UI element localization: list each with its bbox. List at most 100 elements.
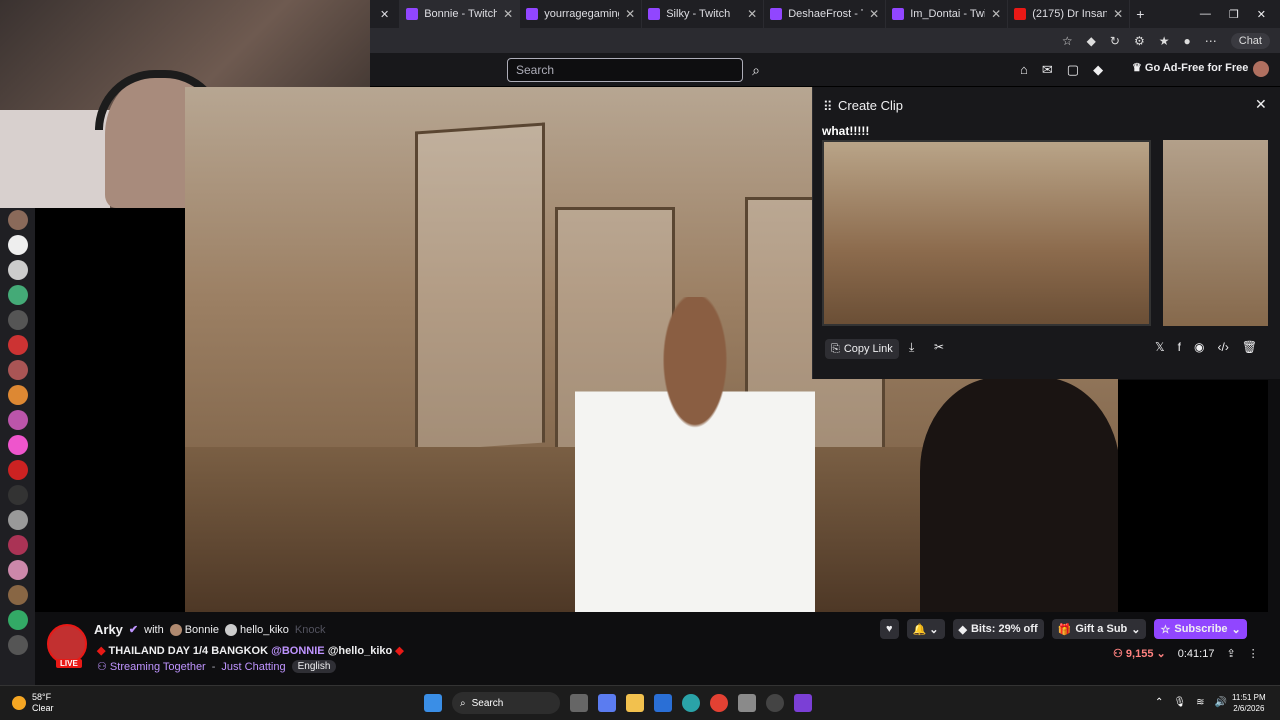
tab-silky[interactable]: Silky - Twitch ✕ xyxy=(642,0,765,28)
store-icon[interactable] xyxy=(654,694,672,712)
people-icon: ⚇ xyxy=(97,661,110,673)
sidebar-channel-avatar[interactable] xyxy=(7,310,28,330)
reddit-icon[interactable]: ◉ xyxy=(1194,340,1204,354)
chrome-icon[interactable] xyxy=(710,694,728,712)
twitch-icon xyxy=(406,8,419,20)
sidebar-channel-avatar[interactable] xyxy=(7,485,28,505)
tab-im-dontai[interactable]: Im_Dontai - Twitch ✕ xyxy=(886,0,1009,28)
close-tab-icon[interactable]: ✕ xyxy=(747,7,757,21)
more-menu-icon[interactable]: ⋯ xyxy=(1205,34,1217,48)
settings-icon[interactable] xyxy=(738,694,756,712)
guest-bonnie[interactable]: Bonnie xyxy=(169,623,219,636)
bits-icon[interactable]: ◆ xyxy=(1093,62,1103,78)
taskbar-clock[interactable]: 11:51 PM 2/6/2026 xyxy=(1232,692,1266,714)
streaming-together-label[interactable]: ⚇ Streaming Together xyxy=(97,660,206,673)
inbox-icon[interactable]: ✉ xyxy=(1042,62,1053,78)
drag-handle-icon[interactable]: ⠿ xyxy=(823,99,833,115)
extension-icon[interactable]: ◆ xyxy=(1087,34,1096,48)
clip-thumbnail[interactable] xyxy=(822,140,1151,326)
sidebar-channel-avatar[interactable] xyxy=(7,560,28,580)
facebook-icon[interactable]: f xyxy=(1178,340,1181,354)
sidebar-channel-avatar[interactable] xyxy=(7,260,28,280)
notification-bell-button[interactable]: 🔔 ⌄ xyxy=(906,619,945,639)
whispers-icon[interactable]: ▢ xyxy=(1067,62,1079,78)
tab-bonnie[interactable]: Bonnie - Twitch ✕ xyxy=(400,0,521,28)
copilot-icon[interactable] xyxy=(598,694,616,712)
clip-thumbnail-next[interactable] xyxy=(1163,140,1268,326)
sidebar-channel-avatar[interactable] xyxy=(7,610,28,630)
follow-heart-button[interactable]: ♥ xyxy=(880,619,899,639)
download-icon[interactable]: ⤓ xyxy=(909,340,914,355)
extensions-icon[interactable]: ⚙ xyxy=(1134,34,1145,48)
windows-start-icon[interactable] xyxy=(424,694,442,712)
sidebar-channel-avatar[interactable] xyxy=(7,285,28,305)
sidebar-channel-avatar[interactable] xyxy=(7,460,28,480)
live-badge: LIVE xyxy=(56,659,82,668)
share-icon[interactable]: ⇪ xyxy=(1226,647,1235,660)
tab-deshaefrost[interactable]: DeshaeFrost - Twitch ✕ xyxy=(764,0,887,28)
sidebar-channel-avatar[interactable] xyxy=(7,335,28,355)
close-tab-icon[interactable]: ✕ xyxy=(625,7,635,21)
close-tab-icon[interactable]: ✕ xyxy=(503,7,513,21)
file-explorer-icon[interactable] xyxy=(626,694,644,712)
search-icon[interactable]: ⌕ xyxy=(745,58,767,82)
mention-bonnie[interactable]: @BONNIE xyxy=(271,645,325,657)
close-tab-icon[interactable]: ✕ xyxy=(869,7,879,21)
mention-hello-kiko[interactable]: @hello_kiko xyxy=(328,645,393,657)
embed-code-icon[interactable]: ‹/› xyxy=(1218,340,1229,354)
refresh-icon[interactable]: ↻ xyxy=(1110,34,1120,48)
sidebar-channel-avatar[interactable] xyxy=(7,385,28,405)
copilot-chat-button[interactable]: Chat xyxy=(1230,32,1270,49)
copy-link-button[interactable]: ⎘ Copy Link xyxy=(825,339,899,359)
favorites-icon[interactable]: ★ xyxy=(1159,34,1170,48)
tab-yourragegaming[interactable]: yourragegaming - Twitch ✕ xyxy=(520,0,643,28)
more-options-icon[interactable]: ⋮ xyxy=(1248,647,1259,660)
close-tab-icon[interactable]: ✕ xyxy=(1113,7,1123,21)
sidebar-channel-avatar[interactable] xyxy=(7,510,28,530)
gift-sub-button[interactable]: 🎁 Gift a Sub ⌄ xyxy=(1051,619,1147,639)
channel-avatar[interactable] xyxy=(47,624,87,664)
channel-name[interactable]: Arky xyxy=(94,622,123,637)
task-view-icon[interactable] xyxy=(570,694,588,712)
window-close-icon[interactable]: ✕ xyxy=(1257,8,1266,21)
minimize-icon[interactable]: — xyxy=(1200,8,1211,21)
edge-icon[interactable] xyxy=(682,694,700,712)
taskbar-search[interactable]: ⌕ Search xyxy=(452,692,560,714)
sidebar-channel-avatar[interactable] xyxy=(7,535,28,555)
maximize-icon[interactable]: ❐ xyxy=(1229,8,1239,21)
sidebar-channel-avatar[interactable] xyxy=(7,360,28,380)
volume-icon[interactable]: 🔊 xyxy=(1214,697,1226,708)
sidebar-channel-avatar[interactable] xyxy=(7,210,28,230)
chevron-up-icon[interactable]: ⌃ xyxy=(1155,697,1163,708)
app-icon[interactable] xyxy=(766,694,784,712)
new-tab-button[interactable]: + xyxy=(1130,0,1150,28)
guest-hello-kiko[interactable]: hello_kiko xyxy=(224,623,289,636)
scissors-icon[interactable]: ✂ xyxy=(934,340,944,354)
tab-close-x[interactable]: ✕ xyxy=(370,0,401,28)
category-link[interactable]: Just Chatting xyxy=(221,661,285,673)
user-avatar[interactable] xyxy=(1253,61,1269,77)
bits-button[interactable]: ◆ Bits: 29% off xyxy=(952,619,1044,639)
subscribe-button[interactable]: ☆ Subscribe ⌄ xyxy=(1154,619,1247,639)
sidebar-channel-avatar[interactable] xyxy=(7,235,28,255)
weather-widget[interactable]: 58°F Clear xyxy=(12,692,54,714)
x-twitter-icon[interactable]: 𝕏 xyxy=(1155,340,1165,354)
sidebar-channel-avatar[interactable] xyxy=(7,585,28,605)
search-input[interactable]: Search xyxy=(507,58,743,82)
language-tag[interactable]: English xyxy=(291,660,337,673)
sidebar-channel-avatar[interactable] xyxy=(7,410,28,430)
tab-dr-insanity[interactable]: (2175) Dr Insanity - YouTube ✕ xyxy=(1008,0,1131,28)
sidebar-channel-avatar[interactable] xyxy=(7,635,28,655)
sidebar-channel-avatar[interactable] xyxy=(7,435,28,455)
wifi-icon[interactable]: ≋ xyxy=(1196,697,1204,708)
favorite-star-icon[interactable]: ☆ xyxy=(1062,34,1073,48)
delete-icon[interactable]: 🗑 xyxy=(1242,340,1257,354)
go-ad-free-button[interactable]: ♛ Go Ad-Free for Free xyxy=(1132,61,1248,74)
app-grid-icon[interactable] xyxy=(794,694,812,712)
drops-icon[interactable]: ⌂ xyxy=(1020,62,1028,78)
mic-icon[interactable]: 🎙 xyxy=(1173,697,1186,708)
knock-button[interactable]: Knock xyxy=(295,624,326,636)
close-icon[interactable]: ✕ xyxy=(1255,96,1267,113)
profile-icon[interactable]: ● xyxy=(1184,34,1191,48)
close-tab-icon[interactable]: ✕ xyxy=(991,7,1001,21)
